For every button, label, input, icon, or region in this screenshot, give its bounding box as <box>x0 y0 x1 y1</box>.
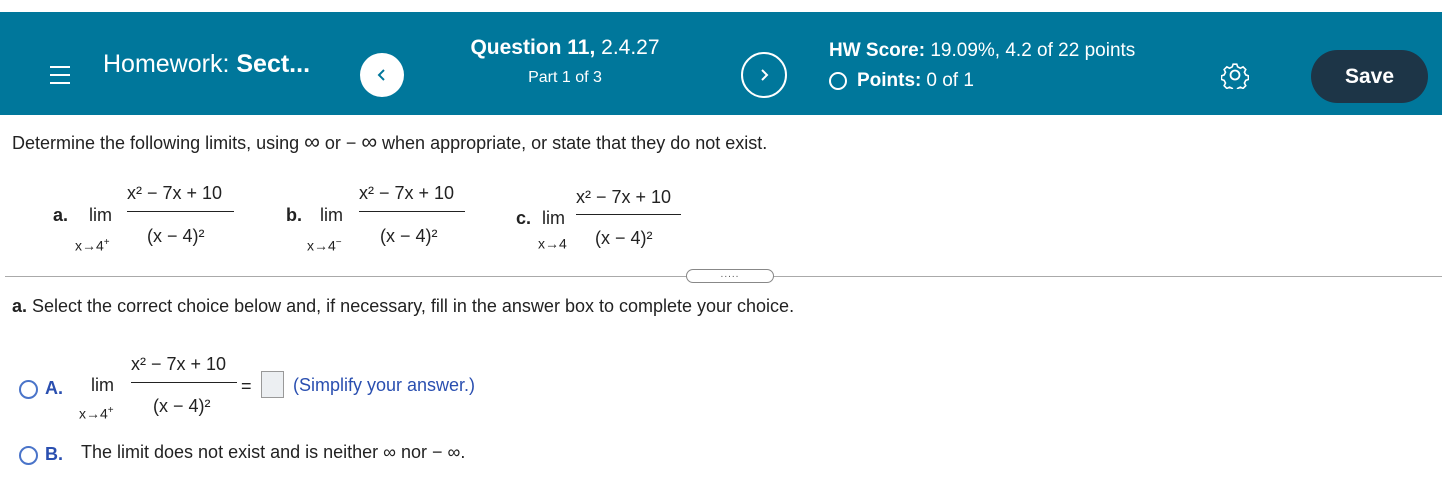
choice-a-letter: A. <box>45 378 63 398</box>
points: Points: 0 of 1 <box>829 70 974 92</box>
limit-numerator: x² − 7x + 10 <box>359 183 455 203</box>
limit-approach: x→4+ <box>79 405 114 422</box>
next-question-button[interactable] <box>741 52 787 98</box>
lim-word: lim <box>320 205 343 225</box>
choice-b-radio[interactable] <box>19 446 38 465</box>
expand-more-button[interactable]: ..... <box>686 269 774 283</box>
limit-tag: c. <box>516 208 532 228</box>
hw-score: HW Score: 19.09%, 4.2 of 22 points <box>829 40 1135 62</box>
equals-sign: = <box>241 376 252 396</box>
limit-approach: x→4 <box>538 235 567 252</box>
instruction-mid: or − <box>319 133 362 153</box>
limit-denominator: (x − 4)² <box>595 228 653 248</box>
fraction-bar <box>576 214 681 215</box>
homework-section: Sect... <box>236 50 311 78</box>
top-bar: Homework: Sect... Question 11, 2.4.27 Pa… <box>0 12 1442 115</box>
points-status-icon <box>829 72 847 90</box>
infinity-symbol: ∞ <box>304 129 320 154</box>
choice-b-text: The limit does not exist and is neither … <box>81 442 466 462</box>
chevron-left-icon <box>377 69 385 81</box>
lim-word: lim <box>91 375 114 395</box>
homework-title: Homework: Sect... <box>103 50 310 79</box>
fraction-bar <box>359 211 465 212</box>
save-button[interactable]: Save <box>1311 50 1428 103</box>
limit-denominator: (x − 4)² <box>153 396 211 416</box>
limit-denominator: (x − 4)² <box>147 226 205 246</box>
lim-word: lim <box>542 208 565 228</box>
points-value: 0 of 1 <box>926 70 974 91</box>
infinity-symbol: ∞ <box>361 129 378 154</box>
instruction-text: Determine the following limits, using ∞ … <box>12 131 768 154</box>
limit-approach: x→4− <box>307 237 342 254</box>
previous-question-button[interactable] <box>360 53 404 97</box>
part-label: Part 1 of 3 <box>528 69 602 86</box>
prompt-tag: a. <box>12 296 28 316</box>
prompt-text: Select the correct choice below and, if … <box>27 296 795 316</box>
limit-tag: a. <box>53 205 69 225</box>
choice-b-letter: B. <box>45 444 63 464</box>
limit-numerator: x² − 7x + 10 <box>131 354 227 374</box>
limit-denominator: (x − 4)² <box>380 226 438 246</box>
limit-approach: x→4+ <box>75 237 110 254</box>
answer-prompt: a. Select the correct choice below and, … <box>12 296 794 317</box>
instruction-pre: Determine the following limits, using <box>12 133 305 153</box>
question-id: 2.4.27 <box>595 36 660 59</box>
hamburger-menu-icon[interactable] <box>50 66 70 84</box>
limit-numerator: x² − 7x + 10 <box>576 187 672 207</box>
limit-numerator: x² − 7x + 10 <box>127 183 223 203</box>
limit-tag: b. <box>286 205 302 225</box>
choice-a-radio[interactable] <box>19 380 38 399</box>
simplify-hint: (Simplify your answer.) <box>293 375 476 395</box>
hw-score-label: HW Score: <box>829 40 926 61</box>
chevron-right-icon <box>761 69 769 81</box>
gear-icon[interactable] <box>1221 61 1249 89</box>
question-title: Question 11, 2.4.27 <box>430 36 700 60</box>
answer-input-box[interactable] <box>261 371 284 398</box>
question-label: Question 11, <box>470 36 596 59</box>
fraction-bar <box>127 211 234 212</box>
instruction-post: when appropriate, or state that they do … <box>377 133 768 153</box>
points-label: Points: <box>857 70 922 91</box>
homework-prefix: Homework: <box>103 50 230 78</box>
hw-score-value: 19.09%, 4.2 of 22 points <box>925 40 1136 61</box>
lim-word: lim <box>89 205 112 225</box>
fraction-bar <box>131 382 237 383</box>
